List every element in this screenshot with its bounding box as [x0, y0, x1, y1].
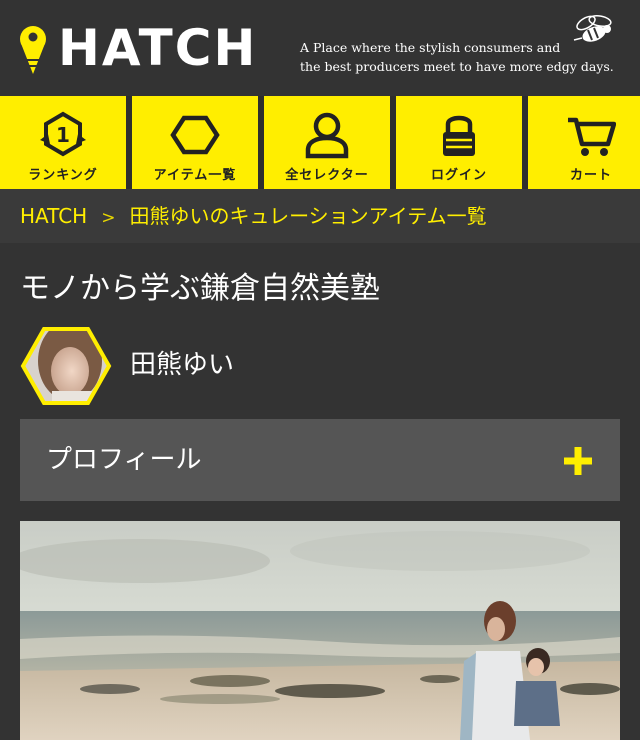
bee-icon	[573, 14, 612, 42]
person-icon	[305, 112, 349, 159]
breadcrumb: HATCH > 田熊ゆいのキュレーションアイテム一覧	[0, 189, 640, 243]
nav-label-login: ログイン	[430, 168, 487, 183]
main-nav: 1 ランキング アイテム一覧 全セレクター ログイン カート	[0, 96, 640, 189]
nav-item-items[interactable]: アイテム一覧	[132, 96, 258, 189]
nav-label-cart: カート	[569, 168, 612, 183]
plus-icon[interactable]	[564, 447, 592, 475]
avatar[interactable]	[20, 325, 112, 407]
nav-label-items: アイテム一覧	[153, 168, 237, 183]
map-pin-logo-icon[interactable]	[18, 24, 48, 76]
tagline-line-2: the best producers meet to have more edg…	[300, 59, 614, 74]
main-content: モノから学ぶ鎌倉自然美塾 田熊ゆい プロフィール	[0, 243, 640, 740]
curator-beach-photo	[20, 521, 620, 740]
nav-label-selectors: 全セレクター	[285, 168, 369, 183]
page-title: モノから学ぶ鎌倉自然美塾	[20, 271, 380, 306]
breadcrumb-home-link[interactable]: HATCH	[20, 204, 87, 228]
rank-number: 1	[56, 123, 70, 147]
profile-label: プロフィール	[46, 445, 202, 475]
cart-icon	[568, 117, 616, 156]
ranking-icon: 1	[40, 111, 86, 157]
nav-label-ranking: ランキング	[28, 168, 98, 183]
site-logo[interactable]: HATCH	[58, 18, 257, 78]
hexagon-icon	[170, 115, 220, 155]
nav-item-ranking[interactable]: 1 ランキング	[0, 96, 126, 189]
nav-item-selectors[interactable]: 全セレクター	[264, 96, 390, 189]
nav-item-cart[interactable]: カート	[528, 96, 640, 189]
nav-item-login[interactable]: ログイン	[396, 96, 522, 189]
lock-icon	[443, 115, 475, 156]
breadcrumb-current: 田熊ゆいのキュレーションアイテム一覧	[129, 204, 487, 228]
curator-name[interactable]: 田熊ゆい	[130, 347, 234, 383]
breadcrumb-separator: >	[101, 208, 116, 228]
profile-toggle[interactable]: プロフィール	[20, 419, 620, 501]
site-header: HATCH A Place where the stylish consumer…	[0, 0, 640, 96]
